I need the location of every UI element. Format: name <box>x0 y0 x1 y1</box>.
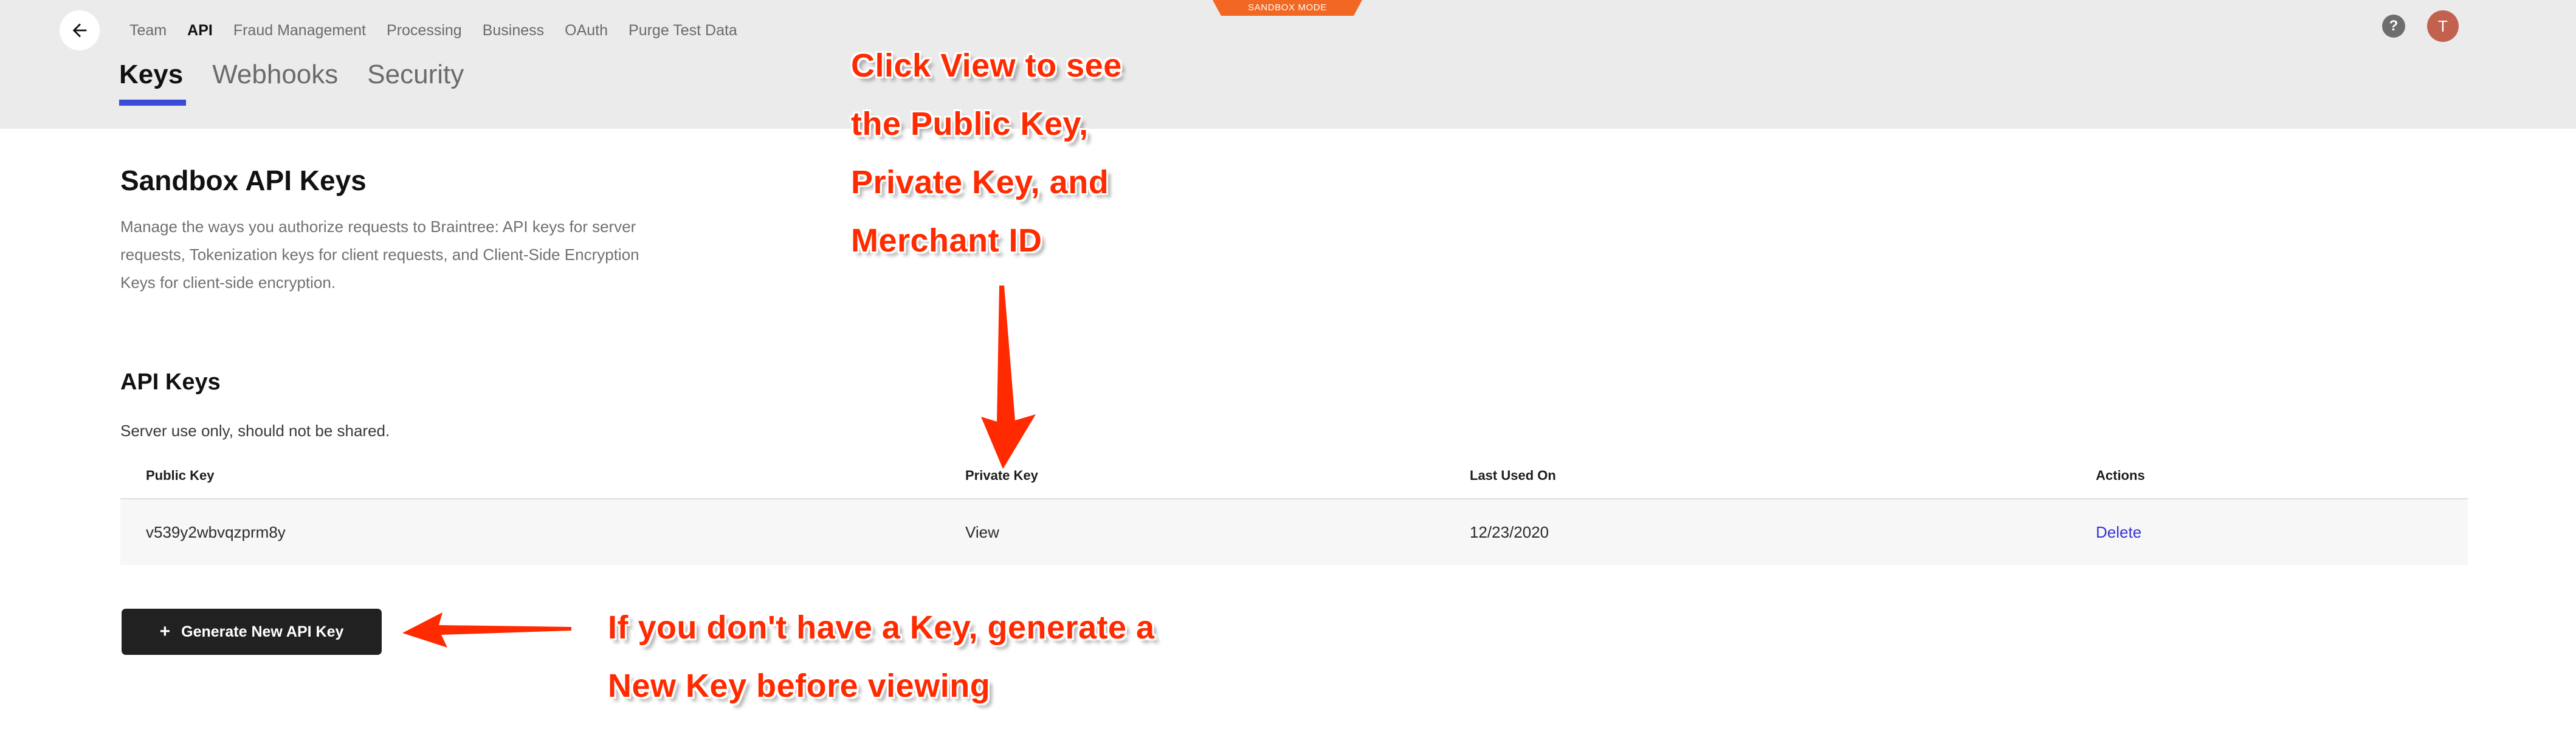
tab-webhooks-label: Webhooks <box>212 60 339 89</box>
column-header-public-key: Public Key <box>146 468 215 483</box>
generate-new-api-key-button[interactable]: + Generate New API Key <box>122 609 382 655</box>
avatar[interactable]: T <box>2427 10 2459 42</box>
nav-item-oauth[interactable]: OAuth <box>554 22 618 39</box>
view-private-key-link[interactable]: View <box>965 523 1470 542</box>
nav-item-business[interactable]: Business <box>472 22 554 39</box>
tab-security[interactable]: Security <box>367 60 480 106</box>
column-header-last-used-on: Last Used On <box>1470 468 1556 483</box>
nav-item-processing[interactable]: Processing <box>376 22 472 39</box>
primary-nav: Team API Fraud Management Processing Bus… <box>119 16 748 44</box>
page-description: Manage the ways you authorize requests t… <box>120 217 639 292</box>
table-row: v539y2wbvqzprm8y View 12/23/2020 Delete <box>120 499 2468 565</box>
back-button[interactable] <box>60 10 100 50</box>
annotation-top-text: Click View to see the Public Key, Privat… <box>851 47 1122 259</box>
tab-keys[interactable]: Keys <box>119 60 199 106</box>
arrow-left-icon <box>69 20 90 41</box>
arrow-left-icon <box>402 612 571 648</box>
section-tabs: Keys Webhooks Security <box>119 60 493 106</box>
annotation-bottom-text: If you don't have a Key, generate a New … <box>608 609 1155 704</box>
api-keys-table: Public Key Private Key Last Used On Acti… <box>120 468 2468 565</box>
section-subtitle: Server use only, should not be shared. <box>120 422 390 440</box>
generate-new-api-key-label: Generate New API Key <box>181 623 344 640</box>
nav-item-fraud-management[interactable]: Fraud Management <box>223 22 376 39</box>
app-header: SANDBOX MODE Team API Fraud Management P… <box>0 0 2576 129</box>
help-icon[interactable]: ? <box>2382 15 2405 38</box>
page-title: Sandbox API Keys <box>120 165 367 196</box>
tab-keys-label: Keys <box>119 60 184 89</box>
tab-active-underline <box>119 100 186 106</box>
table-header-row: Public Key Private Key Last Used On Acti… <box>120 468 2468 499</box>
nav-item-purge-test-data[interactable]: Purge Test Data <box>618 22 748 39</box>
tab-security-label: Security <box>367 60 464 89</box>
section-title-api-keys: API Keys <box>120 369 221 395</box>
nav-item-team[interactable]: Team <box>119 22 177 39</box>
plus-icon: + <box>159 621 171 642</box>
cell-last-used-on: 12/23/2020 <box>1470 522 1549 541</box>
nav-item-api[interactable]: API <box>177 22 223 39</box>
sandbox-mode-badge: SANDBOX MODE <box>1213 0 1362 16</box>
delete-key-link[interactable]: Delete <box>2035 523 2468 542</box>
tab-webhooks[interactable]: Webhooks <box>212 60 354 106</box>
column-header-actions: Actions <box>2096 468 2145 483</box>
cell-public-key: v539y2wbvqzprm8y <box>146 522 286 541</box>
app-root: SANDBOX MODE Team API Fraud Management P… <box>0 0 2576 746</box>
arrow-down-icon <box>981 286 1036 469</box>
